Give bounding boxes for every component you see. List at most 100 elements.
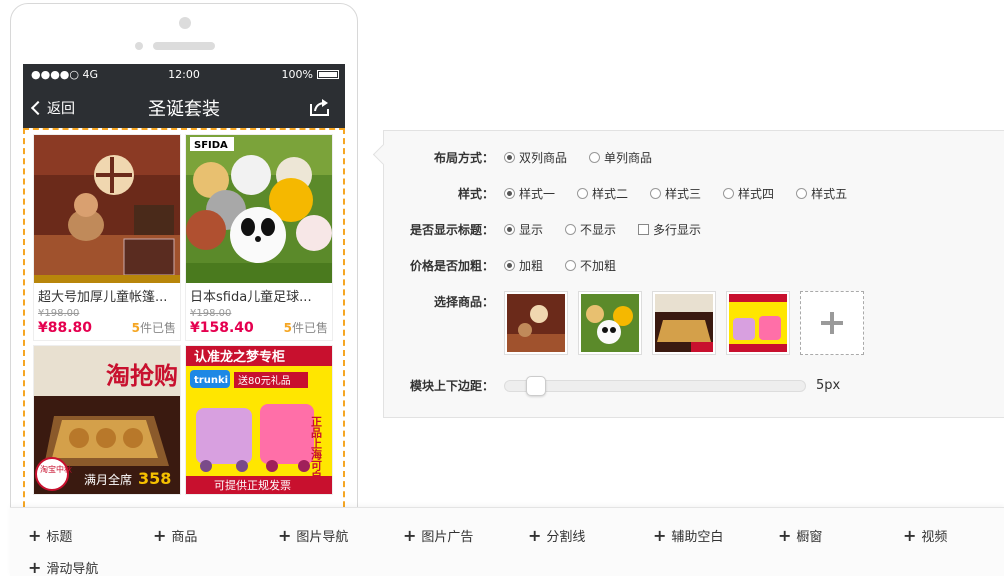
goods-thumbnail[interactable] — [578, 291, 642, 355]
goods-thumbnail[interactable] — [652, 291, 716, 355]
phone-screen: ●●●●○ 4G 12:00 100% 返回 圣诞套装 超大号加厚儿童帐篷...… — [23, 64, 345, 576]
layout-row: 布局方式： 双列商品 单列商品 — [384, 149, 674, 166]
show-title-option-hide[interactable]: 不显示 — [565, 221, 616, 238]
banner-text: 认准龙之梦专柜 — [194, 349, 285, 365]
status-bar: ●●●●○ 4G 12:00 100% — [23, 64, 345, 86]
multiline-checkbox[interactable]: 多行显示 — [638, 221, 701, 238]
bold-price-option-bold[interactable]: 加粗 — [504, 257, 543, 274]
select-goods-label: 选择商品： — [433, 295, 494, 309]
radio-icon — [577, 188, 589, 199]
add-video-button[interactable]: + 视频 — [903, 526, 947, 545]
style-option-3[interactable]: 样式三 — [650, 185, 701, 202]
battery-indicator: 100% — [282, 68, 339, 81]
share-icon[interactable] — [309, 97, 331, 117]
component-toolbar: + 标题 + 商品 + 图片导航 + 图片广告 + 分割线 + 辅助空白 + 橱窗 + 视频 +… — [10, 507, 1004, 576]
promo-text: 满月全席 — [84, 472, 132, 487]
badge-text: 淘宝中秋 — [40, 464, 72, 474]
radio-icon — [504, 152, 515, 163]
layout-option-double[interactable]: 双列商品 — [504, 149, 567, 166]
style-option-5[interactable]: 样式五 — [796, 185, 847, 202]
settings-panel: 布局方式： 双列商品 单列商品 样式： 样式一 样式二 样式三 样式四 样式五 … — [383, 130, 1004, 418]
style-option-1[interactable]: 样式一 — [504, 185, 555, 202]
product-card[interactable]: 认准龙之梦专柜 trunki 送80元礼品 正品上海可自提 可提供正规发票 — [185, 345, 333, 495]
nav-bar: 返回 圣诞套装 — [23, 86, 345, 128]
add-goods-button[interactable] — [800, 291, 864, 355]
product-image: SFIDA — [186, 135, 332, 283]
add-title-button[interactable]: + 标题 — [28, 526, 72, 545]
product-name: 日本sfida儿童足球... — [190, 290, 312, 305]
add-showcase-button[interactable]: + 橱窗 — [778, 526, 822, 545]
style-option-4[interactable]: 样式四 — [723, 185, 774, 202]
product-card[interactable]: 超大号加厚儿童帐篷... ¥198.00 ¥88.80 5件已售 — [33, 134, 181, 341]
plus-icon — [821, 312, 843, 334]
style-label: 样式： — [457, 187, 494, 201]
promo-price-text: 358 — [138, 469, 171, 488]
goods-thumbnail[interactable] — [504, 291, 568, 355]
plus-icon: + — [153, 525, 167, 545]
add-image-nav-button[interactable]: + 图片导航 — [278, 526, 348, 545]
invoice-text: 可提供正规发票 — [214, 478, 291, 492]
sold-count: 5件已售 — [283, 321, 328, 335]
style-option-2[interactable]: 样式二 — [577, 185, 628, 202]
add-image-ad-button[interactable]: + 图片广告 — [403, 526, 473, 545]
plus-icon: + — [778, 525, 792, 545]
bold-price-option-normal[interactable]: 不加粗 — [565, 257, 616, 274]
style-row: 样式： 样式一 样式二 样式三 样式四 样式五 — [384, 185, 869, 202]
sold-count: 5件已售 — [131, 321, 176, 335]
plus-icon: + — [903, 525, 917, 545]
product-image — [34, 135, 180, 283]
bold-price-row: 价格是否加粗： 加粗 不加粗 — [384, 257, 638, 274]
original-price: ¥198.00 — [38, 308, 80, 319]
radio-icon — [504, 260, 515, 271]
add-spacer-button[interactable]: + 辅助空白 — [653, 526, 723, 545]
gift-text: 送80元礼品 — [238, 374, 291, 387]
select-goods-row: 选择商品： — [384, 291, 864, 355]
add-slide-nav-button[interactable]: + 滑动导航 — [28, 558, 98, 576]
radio-icon — [796, 188, 808, 199]
sensor-dot — [135, 42, 143, 50]
sfida-logo-text: SFIDA — [194, 140, 228, 151]
product-image: 淘抢购 淘宝中秋 满月全席 358 — [34, 346, 180, 494]
product-price: ¥88.80 — [38, 319, 93, 336]
plus-icon: + — [28, 525, 42, 545]
speaker-grille — [153, 42, 215, 50]
product-card[interactable]: 淘抢购 淘宝中秋 满月全席 358 — [33, 345, 181, 495]
checkbox-icon — [638, 224, 650, 235]
product-card[interactable]: SFIDA 日本sfida儿童足球... ¥198.00 ¥158.40 5件已… — [185, 134, 333, 341]
radio-icon — [504, 224, 515, 235]
camera-icon — [179, 17, 191, 29]
page-title: 圣诞套装 — [148, 99, 220, 120]
layout-label: 布局方式： — [433, 151, 494, 165]
battery-percent: 100% — [281, 68, 313, 81]
margin-row: 模块上下边距： 5px — [384, 375, 841, 396]
add-divider-button[interactable]: + 分割线 — [528, 526, 585, 545]
plus-icon: + — [278, 525, 292, 545]
show-title-row: 是否显示标题： 显示 不显示 多行显示 — [384, 221, 723, 238]
product-name: 超大号加厚儿童帐篷... — [38, 290, 168, 305]
plus-icon: + — [403, 525, 417, 545]
plus-icon: + — [528, 525, 542, 545]
battery-icon — [317, 70, 339, 79]
brand-text: trunki — [194, 375, 228, 386]
slider-handle[interactable] — [526, 375, 546, 396]
plus-icon: + — [28, 557, 42, 576]
product-image: 认准龙之梦专柜 trunki 送80元礼品 正品上海可自提 可提供正规发票 — [186, 346, 332, 494]
radio-icon — [589, 152, 601, 163]
goods-thumbnail[interactable] — [726, 291, 790, 355]
margin-value: 5px — [816, 378, 841, 393]
add-goods-component-button[interactable]: + 商品 — [153, 526, 197, 545]
show-title-label: 是否显示标题： — [409, 223, 494, 237]
plus-icon: + — [653, 525, 667, 545]
selected-goods-list — [504, 291, 864, 355]
bold-price-label: 价格是否加粗： — [409, 259, 494, 273]
radio-icon — [723, 188, 735, 199]
original-price: ¥198.00 — [190, 308, 232, 319]
image-title-text: 淘抢购 — [106, 361, 178, 390]
radio-icon — [504, 188, 515, 199]
product-price: ¥158.40 — [190, 319, 254, 336]
margin-slider[interactable] — [504, 375, 806, 396]
radio-icon — [565, 260, 577, 271]
show-title-option-show[interactable]: 显示 — [504, 221, 543, 238]
layout-option-single[interactable]: 单列商品 — [589, 149, 652, 166]
radio-icon — [565, 224, 577, 235]
